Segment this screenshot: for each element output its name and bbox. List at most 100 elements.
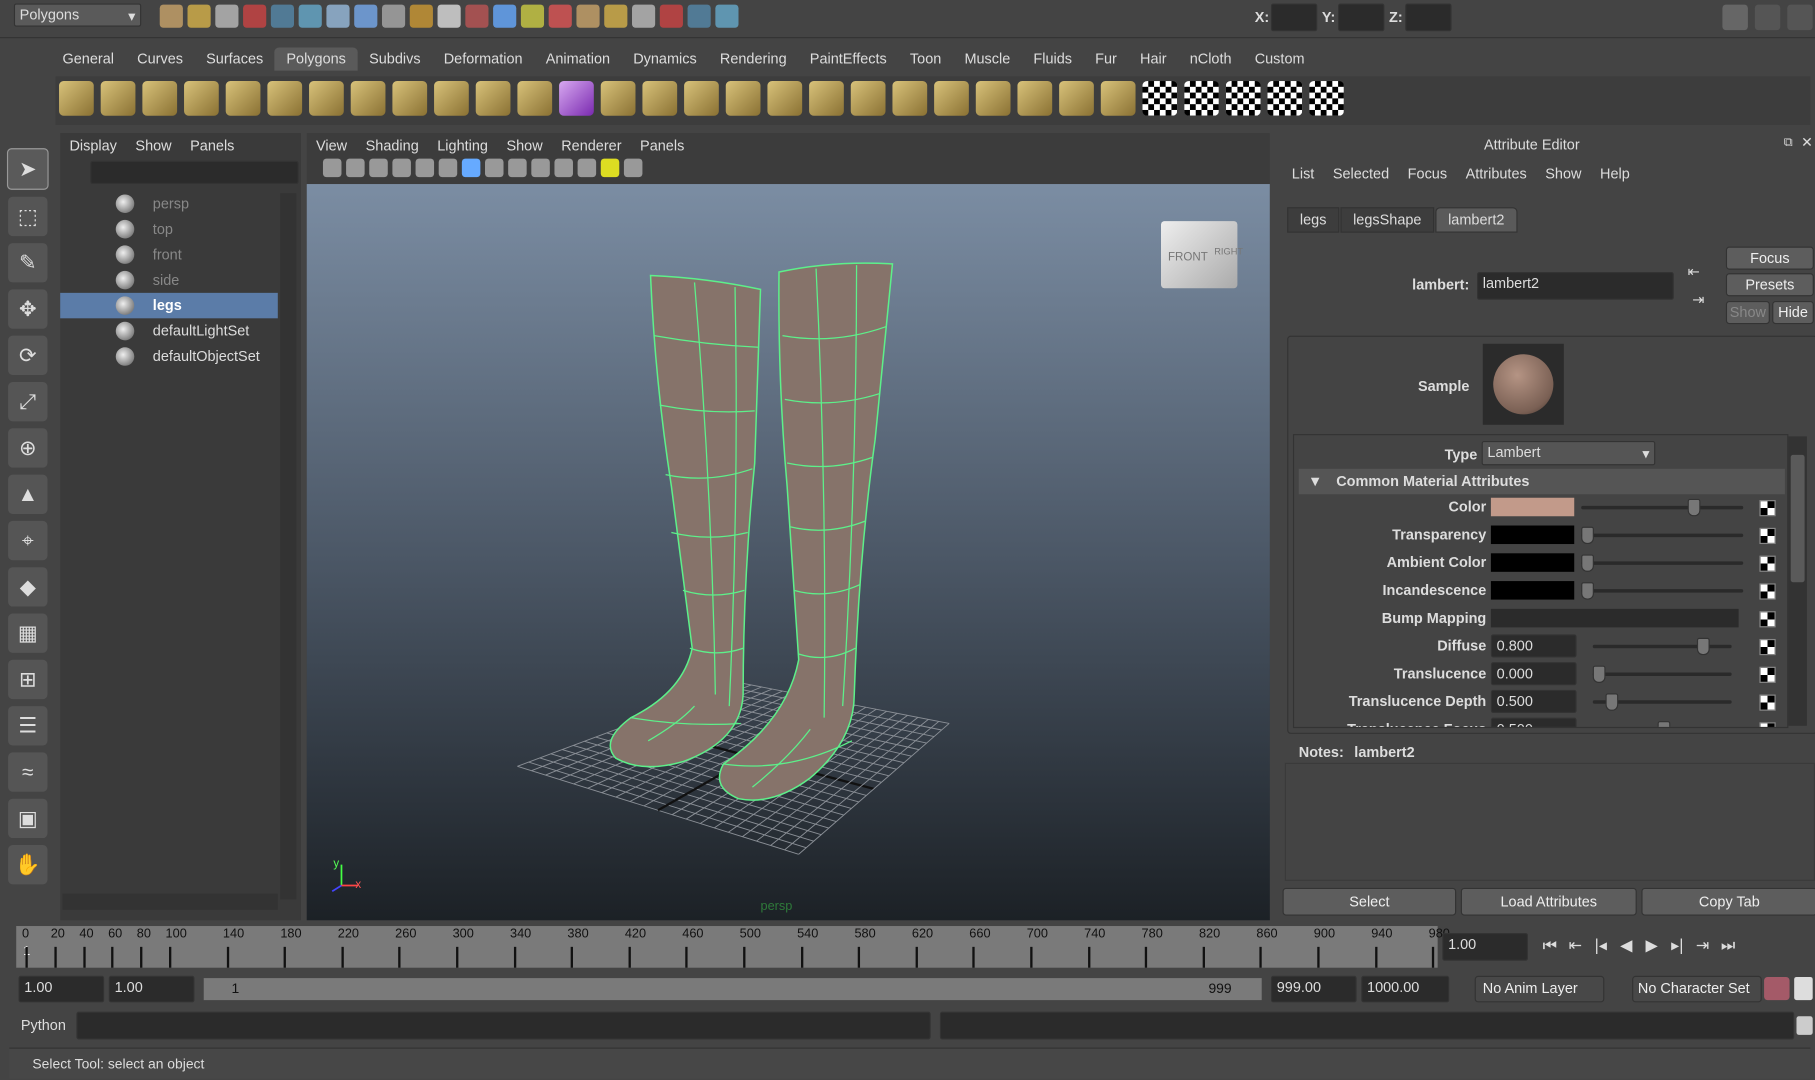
smooth-icon[interactable] bbox=[517, 81, 553, 116]
color-swatch[interactable] bbox=[1490, 581, 1575, 600]
character-set-dropdown[interactable]: No Character Set bbox=[1632, 975, 1762, 1003]
start-time-field[interactable]: 1.00 bbox=[18, 975, 105, 1003]
shelf-tab-ncloth[interactable]: nCloth bbox=[1178, 47, 1243, 70]
tool-settings-toggle-icon[interactable] bbox=[1754, 4, 1781, 31]
xray-icon[interactable] bbox=[554, 158, 573, 178]
insert-edge-loop-icon[interactable] bbox=[809, 81, 844, 116]
attribute-editor-toggle-icon[interactable] bbox=[1787, 4, 1813, 31]
playback-start-field[interactable]: 1.00 bbox=[108, 975, 195, 1003]
select-component-icon[interactable] bbox=[298, 4, 322, 28]
load-attributes-button[interactable]: Load Attributes bbox=[1460, 887, 1637, 916]
shelf-tab-hair[interactable]: Hair bbox=[1128, 47, 1178, 70]
shelf-tab-general[interactable]: General bbox=[51, 47, 126, 70]
viewport-menu-show[interactable]: Show bbox=[506, 138, 542, 154]
channel-box-toggle-icon[interactable] bbox=[1722, 4, 1748, 31]
play-forward-icon[interactable]: ▶ bbox=[1639, 935, 1664, 955]
history-icon[interactable] bbox=[465, 4, 489, 28]
bump-map-field[interactable] bbox=[1490, 608, 1739, 628]
outliner-item[interactable]: legs bbox=[60, 292, 278, 319]
hypershade-layout-icon[interactable]: ▣ bbox=[8, 798, 48, 839]
show-manipulator-icon[interactable]: ⌖ bbox=[8, 520, 48, 561]
poly-cone-icon[interactable] bbox=[184, 81, 219, 116]
type-dropdown[interactable]: Lambert ▾ bbox=[1481, 441, 1656, 466]
append-icon[interactable] bbox=[725, 81, 761, 116]
step-back-icon[interactable]: ⇤ bbox=[1563, 935, 1588, 955]
shelf-tab-muscle[interactable]: Muscle bbox=[953, 47, 1022, 70]
shelf-tab-dynamics[interactable]: Dynamics bbox=[622, 47, 709, 70]
outliner-menu-show[interactable]: Show bbox=[135, 138, 171, 154]
help-icon[interactable] bbox=[493, 4, 517, 28]
playback-end-field[interactable]: 999.00 bbox=[1270, 975, 1357, 1003]
poly-soccer-ball-icon[interactable] bbox=[392, 81, 428, 116]
viewport-canvas[interactable]: FRONT RIGHT y x persp bbox=[306, 184, 1270, 921]
view-cube-front[interactable]: FRONT bbox=[1168, 251, 1208, 264]
planar-mapping-icon[interactable] bbox=[1059, 81, 1094, 116]
outliner-item[interactable]: side bbox=[60, 267, 278, 292]
viewport-menu-shading[interactable]: Shading bbox=[366, 138, 419, 154]
open-scene-icon[interactable] bbox=[187, 4, 211, 28]
command-language-label[interactable]: Python bbox=[21, 1017, 66, 1033]
view-cube[interactable]: FRONT RIGHT bbox=[1161, 221, 1243, 289]
save-scene-icon[interactable] bbox=[215, 4, 239, 28]
lights-icon[interactable] bbox=[508, 158, 527, 178]
outliner-item[interactable]: persp bbox=[60, 191, 278, 216]
color-swatch[interactable] bbox=[1490, 497, 1575, 517]
lock-icon[interactable] bbox=[520, 4, 545, 28]
hypershade-icon[interactable] bbox=[687, 4, 711, 28]
float-panel-icon[interactable]: ⧉ bbox=[1784, 135, 1793, 150]
attribute-value-input[interactable]: 0.500 bbox=[1490, 689, 1577, 714]
attribute-value-input[interactable]: 0.500 bbox=[1490, 717, 1577, 727]
attribute-slider-track[interactable] bbox=[1592, 672, 1732, 676]
poly-cube-icon[interactable] bbox=[100, 81, 136, 116]
scale-tool-icon[interactable]: ⤢ bbox=[8, 381, 48, 422]
map-texture-button[interactable] bbox=[1759, 583, 1776, 600]
ae-menu-help[interactable]: Help bbox=[1600, 166, 1630, 182]
end-time-field[interactable]: 1000.00 bbox=[1361, 975, 1450, 1003]
select-hierarchy-icon[interactable] bbox=[243, 4, 267, 28]
attribute-slider-track[interactable] bbox=[1592, 644, 1732, 649]
map-texture-button[interactable] bbox=[1759, 500, 1776, 517]
camera-attributes-icon[interactable] bbox=[346, 158, 365, 178]
current-time-field[interactable]: 1.00 bbox=[1442, 932, 1528, 961]
poly-pyramid-icon[interactable] bbox=[309, 81, 344, 116]
attribute-value-input[interactable]: 0.800 bbox=[1490, 634, 1577, 658]
copy-tab-button[interactable]: Copy Tab bbox=[1641, 887, 1815, 916]
viewport-menu-view[interactable]: View bbox=[316, 138, 347, 154]
shelf-tab-animation[interactable]: Animation bbox=[534, 47, 622, 70]
x-field[interactable] bbox=[1270, 3, 1318, 32]
go-to-end-icon[interactable]: ⏭ bbox=[1715, 935, 1740, 955]
shadows-icon[interactable] bbox=[531, 158, 550, 178]
snap-grid-icon[interactable] bbox=[326, 4, 350, 28]
paint-select-tool-icon[interactable]: ✎ bbox=[8, 243, 48, 283]
attribute-slider-track[interactable] bbox=[1581, 505, 1744, 510]
attribute-slider-handle[interactable] bbox=[1688, 498, 1701, 517]
command-input[interactable] bbox=[76, 1011, 931, 1040]
ae-tab-lambert2[interactable]: lambert2 bbox=[1435, 207, 1518, 233]
shelf-tab-subdivs[interactable]: Subdivs bbox=[358, 47, 433, 70]
four-view-layout-icon[interactable]: ⊞ bbox=[8, 659, 48, 700]
close-icon[interactable]: ✕ bbox=[1801, 134, 1813, 150]
bookmark-icon[interactable] bbox=[369, 158, 388, 178]
range-slider-end[interactable]: 999 bbox=[1208, 980, 1231, 996]
shelf-tab-fluids[interactable]: Fluids bbox=[1022, 47, 1084, 70]
spherical-mapping-icon[interactable] bbox=[1142, 81, 1178, 116]
focus-button[interactable]: Focus bbox=[1725, 246, 1814, 270]
split-polygon-icon[interactable] bbox=[767, 81, 803, 116]
attribute-slider-handle[interactable] bbox=[1605, 693, 1619, 711]
mode-dropdown[interactable]: Polygons ▾ bbox=[13, 3, 142, 27]
separate-icon[interactable] bbox=[475, 81, 511, 116]
map-texture-button[interactable] bbox=[1759, 555, 1776, 572]
shelf-tab-painteffects[interactable]: PaintEffects bbox=[798, 47, 898, 70]
soft-modification-icon[interactable]: ▲ bbox=[8, 474, 48, 514]
attribute-slider-handle[interactable] bbox=[1696, 637, 1710, 656]
animation-preferences-icon[interactable] bbox=[1794, 976, 1813, 1001]
attribute-slider-handle[interactable] bbox=[1581, 526, 1594, 545]
view-cube-right[interactable]: RIGHT bbox=[1214, 247, 1243, 257]
attribute-slider-handle[interactable] bbox=[1581, 554, 1594, 572]
viewport-menu-renderer[interactable]: Renderer bbox=[561, 138, 621, 154]
outliner-search-input[interactable] bbox=[90, 160, 299, 185]
ae-menu-show[interactable]: Show bbox=[1545, 166, 1581, 182]
ae-menu-focus[interactable]: Focus bbox=[1408, 166, 1447, 182]
step-forward-key-icon[interactable]: ▸| bbox=[1665, 935, 1690, 955]
uv-editor-icon[interactable] bbox=[1225, 81, 1261, 116]
